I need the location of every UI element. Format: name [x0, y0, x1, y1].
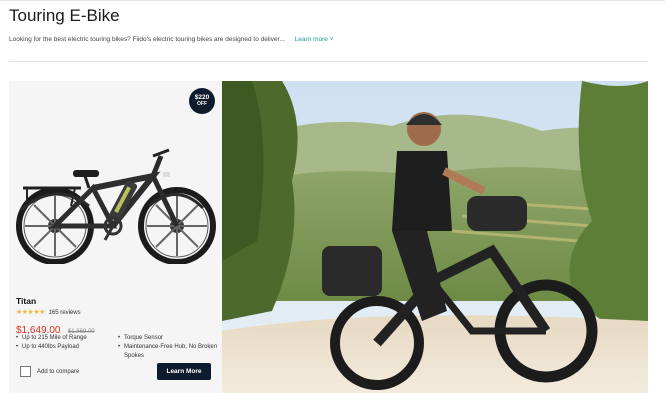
compare-toggle[interactable]: Add to compare [20, 366, 79, 377]
discount-amount: $220 [194, 94, 210, 101]
feature-item: Maintenance-Free Hub, No Broken Spokes [118, 343, 218, 361]
learn-more-button[interactable]: Learn More [157, 363, 211, 380]
bike-product-image[interactable] [13, 136, 219, 264]
learn-more-link[interactable]: Learn more ˅ [295, 36, 334, 43]
feature-item: Torque Sensor [118, 334, 218, 343]
description-text: Looking for the best electric touring bi… [9, 36, 285, 43]
top-divider [0, 0, 665, 1]
rating-stars: ★★★★★ [16, 309, 45, 316]
compare-label: Add to compare [37, 368, 80, 375]
feature-item: Up to 215 Mile of Range [16, 334, 116, 343]
product-rating: ★★★★★ 165 reviews [16, 308, 81, 316]
lifestyle-photo [222, 81, 648, 393]
product-name[interactable]: Titan [16, 296, 36, 306]
feature-list-left: Up to 215 Mile of Range Up to 440lbs Pay… [16, 334, 116, 352]
product-card[interactable]: $220 OFF Titan ★★★★★ 165 reviews $1,649.… [9, 81, 222, 393]
discount-label: OFF [197, 101, 207, 107]
page-title: Touring E-Bike [9, 6, 120, 25]
compare-checkbox[interactable] [20, 366, 31, 377]
feature-list-right: Torque Sensor Maintenance-Free Hub, No B… [118, 334, 218, 361]
section-divider [9, 61, 648, 62]
feature-item: Up to 440lbs Payload [16, 343, 116, 352]
discount-badge: $220 OFF [189, 88, 215, 114]
category-description: Looking for the best electric touring bi… [9, 36, 334, 43]
review-count[interactable]: 165 reviews [49, 310, 81, 316]
